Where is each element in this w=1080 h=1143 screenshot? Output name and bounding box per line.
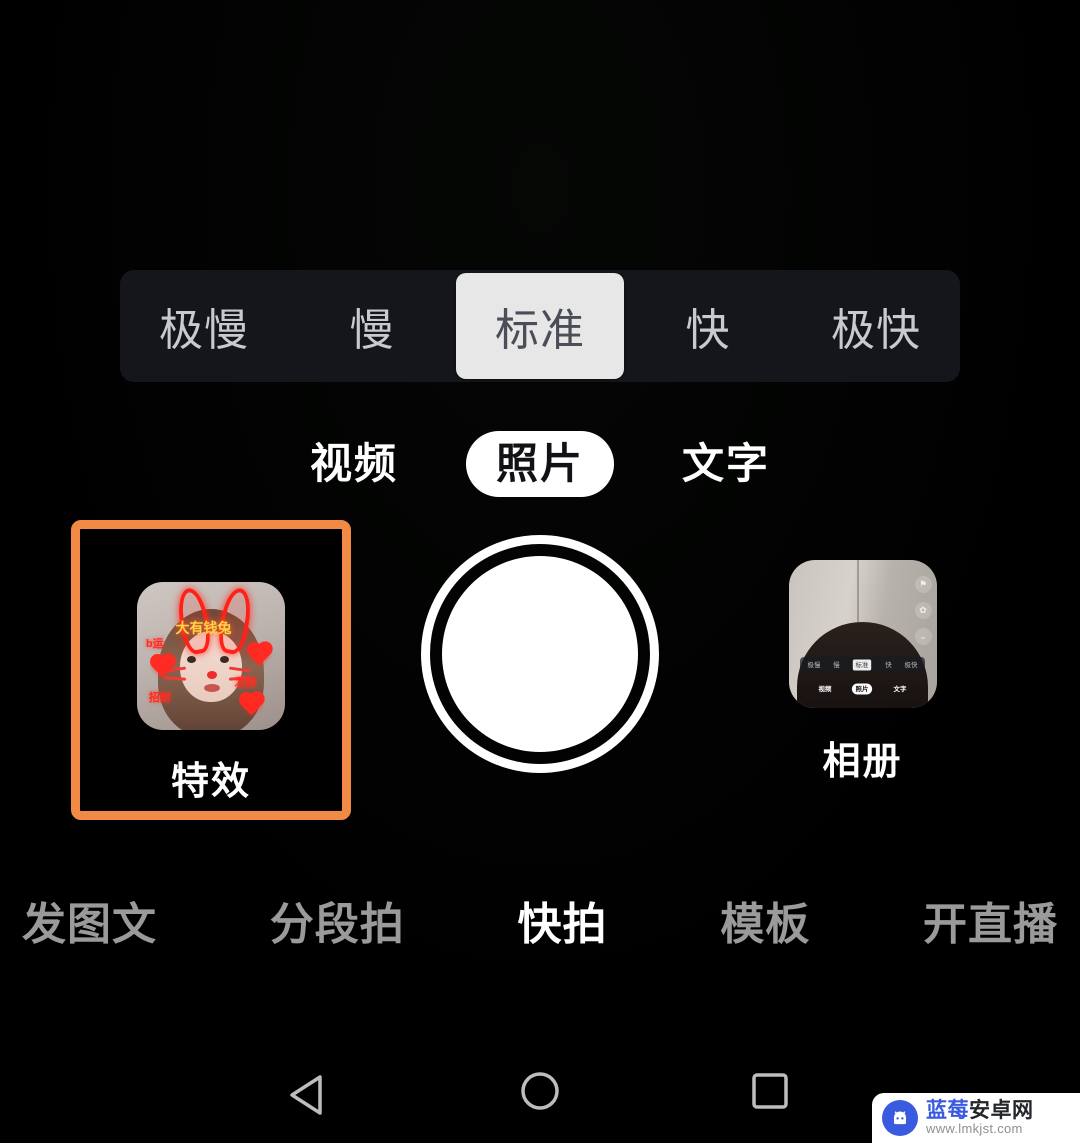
mini-mode-2: 文字: [893, 686, 907, 693]
watermark-url: www.lmkjst.com: [926, 1121, 1023, 1137]
speed-selector-bar: 极慢 慢 标准 快 极快: [120, 270, 960, 382]
shutter-inner-circle: [442, 556, 638, 752]
tab-photo[interactable]: 照片: [465, 431, 614, 497]
cat-nose-icon: [207, 670, 218, 679]
sticker-text-3: 发财: [234, 676, 257, 689]
tab-text[interactable]: 文字: [666, 433, 786, 495]
mini-beauty-icon: ✿: [914, 602, 932, 619]
camera-screen: 极慢 慢 标准 快 极快 视频 照片 文字 b运 大有钱兔 发财 招财 特效 ⚑…: [0, 0, 1080, 1143]
effects-button[interactable]: b运 大有钱兔 发财 招财 特效: [71, 520, 351, 820]
effects-label: 特效: [170, 761, 251, 803]
mini-settings-icon: ⌄: [914, 628, 932, 645]
watermark-text: 蓝莓安卓网 www.lmkjst.com: [926, 1100, 1034, 1136]
site-watermark: 蓝莓安卓网 www.lmkjst.com: [872, 1093, 1080, 1143]
thumbnail-mini-speed-bar: 极慢 慢 标准 快 极快: [800, 657, 925, 673]
sticker-text-1: b运: [145, 638, 164, 651]
speed-option-standard[interactable]: 标准: [456, 273, 624, 379]
watermark-title-primary: 蓝莓: [926, 1099, 969, 1123]
back-triangle-icon[interactable]: [282, 1067, 338, 1123]
android-robot-icon: [882, 1100, 918, 1136]
watermark-title-secondary: 安卓网: [969, 1099, 1034, 1123]
album-button[interactable]: ⚑ ✿ ⌄ 极慢 慢 标准 快 极快 视频 照片 文字 相册: [755, 560, 970, 805]
thumbnail-mini-mode-tabs: 视频 照片 文字: [818, 682, 907, 696]
tab-video[interactable]: 视频: [294, 433, 414, 495]
sticker-text-2: 大有钱兔: [175, 619, 232, 636]
recents-square-icon[interactable]: [742, 1063, 798, 1119]
capture-controls-row: b运 大有钱兔 发财 招财 特效 ⚑ ✿ ⌄ 极慢 慢 标准 快 极快 视频 照…: [0, 505, 1080, 835]
mini-mode-1: 照片: [852, 683, 873, 695]
mini-speed-1: 慢: [833, 662, 840, 669]
nav-item-segmented-capture[interactable]: 分段拍: [270, 903, 405, 947]
nav-item-quick-capture[interactable]: 快拍: [518, 903, 608, 947]
mini-speed-3: 快: [885, 662, 892, 669]
thumbnail-lips: [203, 684, 220, 693]
shutter-button[interactable]: [421, 535, 659, 773]
nav-item-start-live[interactable]: 开直播: [923, 903, 1058, 947]
mini-flash-icon: ⚑: [914, 576, 932, 593]
watermark-title: 蓝莓安卓网: [926, 1100, 1034, 1122]
sticker-text-4: 招财: [148, 691, 171, 704]
mini-speed-0: 极慢: [807, 662, 820, 669]
bottom-nav-bar: 发图文 分段拍 快拍 模板 开直播: [0, 885, 1080, 965]
album-thumbnail: ⚑ ✿ ⌄ 极慢 慢 标准 快 极快 视频 照片 文字: [788, 560, 937, 708]
capture-mode-tabs: 视频 照片 文字: [0, 428, 1080, 500]
nav-item-post-image-text[interactable]: 发图文: [22, 903, 157, 947]
thumbnail-eye-right: [219, 656, 229, 663]
speed-option-very-fast[interactable]: 极快: [792, 273, 960, 379]
mini-speed-4: 极快: [904, 662, 918, 669]
mini-speed-2: 标准: [853, 659, 872, 671]
home-circle-icon[interactable]: [512, 1063, 568, 1119]
nav-item-template[interactable]: 模板: [720, 903, 810, 947]
speed-option-slow[interactable]: 慢: [288, 273, 456, 379]
mini-mode-0: 视频: [818, 686, 832, 693]
speed-option-very-slow[interactable]: 极慢: [120, 273, 288, 379]
album-label: 相册: [822, 741, 903, 783]
effects-thumbnail: b运 大有钱兔 发财 招财: [137, 582, 285, 730]
speed-option-fast[interactable]: 快: [624, 273, 792, 379]
